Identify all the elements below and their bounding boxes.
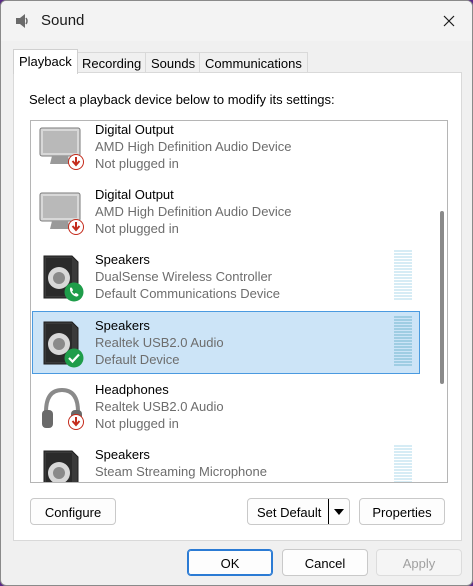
apply-button[interactable]: Apply [376,549,462,576]
device-item[interactable]: Speakers Steam Streaming Microphone [33,441,420,482]
unplugged-arrow-icon [68,154,84,170]
tab-communications[interactable]: Communications [199,52,308,74]
volume-meter [394,445,412,482]
instruction-text: Select a playback device below to modify… [29,92,335,107]
phone-badge-icon [64,282,84,302]
set-default-split-button[interactable]: Set Default [247,498,350,525]
device-name: Speakers [95,447,150,462]
cancel-button[interactable]: Cancel [282,549,368,576]
close-icon [443,15,455,27]
device-name: Speakers [95,318,150,333]
set-default-dropdown[interactable] [328,499,349,524]
device-status: Not plugged in [95,221,179,236]
device-name: Digital Output [95,122,174,137]
vertical-scrollbar[interactable] [437,121,447,482]
speaker-app-icon [16,14,28,28]
title-bar: Sound [1,1,472,41]
sound-dialog: Sound Playback Recording Sounds Communic… [0,0,473,586]
tab-playback[interactable]: Playback [13,49,78,74]
device-status: Not plugged in [95,416,179,431]
close-button[interactable] [426,1,472,41]
volume-meter [394,250,412,302]
scroll-thumb[interactable] [440,211,444,384]
volume-meter [394,316,412,368]
device-status: Default Device [95,352,180,367]
device-list[interactable]: Digital Output AMD High Definition Audio… [30,120,448,483]
device-item[interactable]: Headphones Realtek USB2.0 Audio Not plug… [33,376,420,438]
playback-panel: Select a playback device below to modify… [13,72,462,541]
configure-button[interactable]: Configure [30,498,116,525]
unplugged-arrow-icon [68,219,84,235]
device-name: Speakers [95,252,150,267]
device-description: AMD High Definition Audio Device [95,139,292,154]
tab-recording[interactable]: Recording [76,52,148,74]
device-description: AMD High Definition Audio Device [95,204,292,219]
device-description: DualSense Wireless Controller [95,269,273,284]
device-description: Realtek USB2.0 Audio [95,399,224,414]
device-item[interactable]: Digital Output AMD High Definition Audio… [33,181,420,243]
ok-button[interactable]: OK [187,549,273,576]
device-description: Realtek USB2.0 Audio [95,335,224,350]
checkmark-badge-icon [64,348,84,368]
chevron-down-icon [334,508,344,515]
device-status: Not plugged in [95,156,179,171]
device-name: Digital Output [95,187,174,202]
device-item[interactable]: Digital Output AMD High Definition Audio… [33,121,420,178]
device-item[interactable]: Speakers DualSense Wireless Controller D… [33,246,420,308]
device-description: Steam Streaming Microphone [95,464,267,479]
device-item-selected[interactable]: Speakers Realtek USB2.0 Audio Default De… [32,311,420,374]
window-title: Sound [41,12,85,29]
device-status: Default Communications Device [95,286,280,301]
speaker-icon [43,450,79,482]
unplugged-arrow-icon [68,414,84,430]
tab-sounds[interactable]: Sounds [145,52,202,74]
set-default-label: Set Default [257,505,322,520]
properties-button[interactable]: Properties [359,498,445,525]
device-name: Headphones [95,382,169,397]
